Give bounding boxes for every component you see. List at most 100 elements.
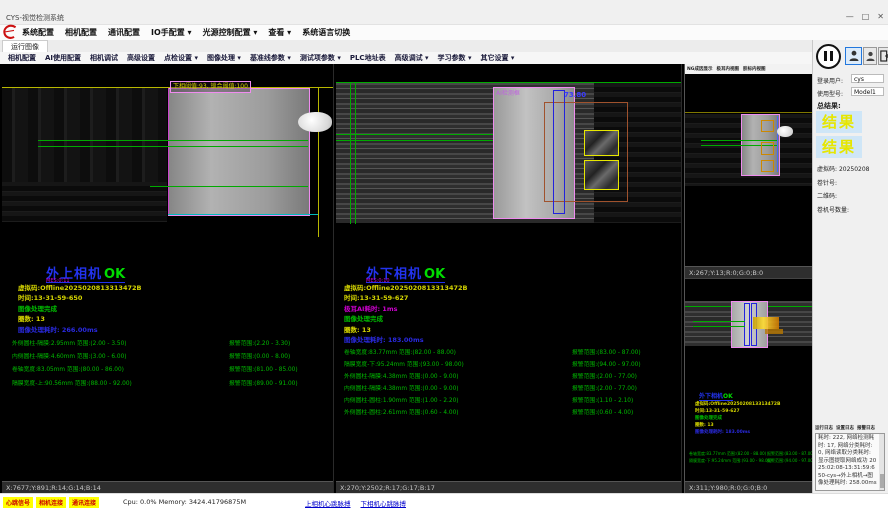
result-box-bottom: 结果 — [816, 136, 862, 158]
login-user-field[interactable]: cys — [851, 74, 884, 83]
measurement-row: 外侧圆柱-圆柱:2.61mm 范围:(0.60 - 4.00) 报警范围:(0.… — [344, 407, 674, 419]
toolbar-item[interactable]: 测试项参数 ▾ — [300, 53, 341, 63]
toolbar-item[interactable]: 高级设置 — [127, 53, 155, 63]
log-tab[interactable]: 运行日志 — [815, 425, 833, 431]
toolbar-item[interactable]: PLC地址表 — [350, 53, 386, 63]
status-bar: 心跳信号相机连接通讯连接 Cpu: 0.0% Memory: 3424.4179… — [0, 493, 888, 522]
log-scroll-thumb[interactable] — [880, 474, 884, 488]
toolbar-item[interactable]: AI使用配置 — [45, 53, 81, 63]
mini-measurement-row: 隔膜宽度-下:95.24mm 范围:(93.00 - 98.00)报警范围:(9… — [689, 458, 813, 465]
width-value-label: 73.80 — [564, 91, 586, 99]
ng-mark-box — [761, 142, 774, 155]
measurement-row: 卷轴宽度:83.05mm 范围:(80.00 - 86.00) 报警范围:(81… — [12, 364, 342, 377]
result-line: 虚拟码:Offline2025020813313472B — [344, 283, 467, 293]
measurement-row: 卷轴宽度:83.77mm 范围:(82.00 - 88.00) 报警范围:(83… — [344, 347, 674, 359]
window-title: CYS-视觉检测系统 — [6, 13, 64, 23]
ng-cursor-status: X:267;Y:13;R:0;G:0;B:0 — [685, 266, 813, 278]
toolbar-item[interactable]: 相机配置 — [8, 53, 36, 63]
mini-result-line: 圈数: 13 — [695, 422, 780, 429]
left-cursor-status: X:7677;Y:891;R:14;G:14;B:14 — [2, 481, 333, 493]
toolbar-item[interactable]: 相机调试 — [90, 53, 118, 63]
exit-button[interactable] — [878, 47, 888, 65]
minimize-icon[interactable]: — — [846, 12, 854, 22]
result-line: 极耳AI耗时: 1ms — [344, 304, 467, 314]
ng-view-panel: NG成因显示极耳内视图胶标内视图 X:267;Y:13;R:0;G:0;B:0 — [685, 64, 813, 279]
app-window: CYS-视觉检测系统 — □ ✕ 系统配置相机配置通讯配置IO手配置 ▾光源控制… — [0, 0, 888, 522]
login-user-button[interactable] — [845, 47, 862, 65]
menu: 系统配置相机配置通讯配置 IO手配置 ▾ 光源控制配置 ▾ 查看 ▾ 系统语言切换 — [22, 27, 350, 38]
menu-item[interactable]: 相机配置 — [65, 27, 97, 38]
toolbar-item[interactable]: 基准线参数 ▾ — [250, 53, 291, 63]
middle-cursor-status: X:270;Y:2502;R:17;G:17;B:17 — [336, 481, 681, 493]
menu-item[interactable]: 系统语言切换 — [302, 27, 350, 38]
mini-result-line: 时间:13-31-59-627 — [695, 408, 780, 415]
mini-cursor-status: X:311;Y:980;R:0;G:0;B:0 — [685, 481, 813, 493]
maximize-icon[interactable]: □ — [862, 12, 870, 22]
measurement-row: 内侧圆柱-隔膜:4.60mm 范围:(3.00 - 6.00) 报警范围:(0.… — [12, 351, 342, 364]
result-line: 图像处理耗时: 266.00ms — [18, 325, 141, 335]
toolbar-item[interactable]: 图像处理 ▾ — [207, 53, 241, 63]
status-badge: 相机连接 — [36, 497, 66, 508]
middle-result-lines: 虚拟码:Offline2025020813313472B时间:13-31-59-… — [344, 283, 467, 345]
mini-camera-image[interactable]: 外下相机OK 虚拟码:Offline2025020813313472B时间:13… — [685, 279, 813, 481]
status-badges: 心跳信号相机连接通讯连接 — [3, 497, 99, 508]
ng-mark-box — [761, 120, 774, 132]
ai-box-label: AI检测框 — [496, 88, 520, 97]
pause-button[interactable] — [816, 44, 841, 69]
log-scrollbar[interactable] — [879, 434, 884, 490]
menu-item[interactable]: IO手配置 ▾ — [151, 27, 192, 38]
ng-view-tab[interactable]: 极耳内视图 — [716, 66, 739, 72]
app-logo-icon — [2, 23, 18, 41]
close-icon[interactable]: ✕ — [877, 12, 884, 22]
window-controls: — □ ✕ — [846, 12, 884, 22]
tab-detect-box — [584, 130, 619, 156]
menu-item[interactable]: 通讯配置 — [108, 27, 140, 38]
ng-camera-image[interactable] — [685, 74, 813, 266]
tab-detect-box — [584, 160, 619, 190]
control-panel: 登录用户: cys 使用型号: Model1 总结果: 结果 结果 虚拟码: 2… — [812, 40, 888, 510]
total-result-label: 总结果: — [817, 101, 841, 111]
mini-result-line: 虚拟码:Offline2025020813313472B — [695, 401, 780, 408]
measurement-row: 内侧圆柱-隔膜:4.38mm 范围:(0.00 - 9.00) 报警范围:(2.… — [344, 383, 674, 395]
menu-item[interactable]: 系统配置 — [22, 27, 54, 38]
heartbeat-link[interactable]: 下相机心跳脉搏 — [361, 498, 407, 508]
qr-label: 二维码: — [817, 191, 837, 200]
mini-measurements: 卷轴宽度:83.77mm 范围:(82.00 - 88.00)报警范围:(83.… — [689, 451, 813, 464]
cpu-memory-text: Cpu: 0.0% Memory: 3424.41796875M — [123, 498, 246, 506]
menu-item[interactable]: 查看 ▾ — [268, 27, 291, 38]
menubar: 系统配置相机配置通讯配置 IO手配置 ▾ 光源控制配置 ▾ 查看 ▾ 系统语言切换 — [0, 25, 888, 40]
left-measurements: 外侧圆柱-隔膜:2.95mm 范围:(2.00 - 3.50) 报警范围:(2.… — [12, 338, 342, 391]
log-box[interactable]: 耗时: 222, 网络检测耗时: 17, 网络分类耗时: 0, 网络读取分类耗时… — [815, 433, 885, 491]
log-tab[interactable]: 报警日志 — [857, 425, 875, 431]
left-camera-panel: 下相阈值:93, 锁合阈值:100 外上相机OK MES:0:11 虚拟码:Of… — [2, 64, 334, 493]
left-camera-image[interactable]: 下相阈值:93, 锁合阈值:100 — [2, 64, 333, 254]
middle-measurements: 卷轴宽度:83.77mm 范围:(82.00 - 88.00) 报警范围:(83… — [344, 347, 674, 419]
toolbar-item[interactable]: 点检设置 ▾ — [164, 53, 198, 63]
ng-view-tab[interactable]: 胶标内视图 — [743, 66, 766, 72]
log-tab[interactable]: 设置日志 — [836, 425, 854, 431]
result-line: 图像处理耗时: 183.00ms — [344, 335, 467, 345]
middle-camera-image[interactable]: AI检测框 73.80 — [336, 64, 681, 254]
cell-roll — [168, 88, 310, 216]
measurement-row: 外侧圆柱-隔膜:4.38mm 范围:(0.00 - 9.00) 报警范围:(2.… — [344, 371, 674, 383]
measurement-row: 外侧圆柱-隔膜:2.95mm 范围:(2.00 - 3.50) 报警范围:(2.… — [12, 338, 342, 351]
operator-button[interactable] — [863, 47, 877, 65]
vcode-label: 虚拟码: 20250208 — [817, 164, 870, 173]
toolbar-item[interactable]: 学习参数 ▾ — [438, 53, 472, 63]
status-badge: 心跳信号 — [3, 497, 33, 508]
heartbeat-link[interactable]: 上相机心跳脉搏 — [305, 498, 351, 508]
gripper-blob — [777, 126, 793, 137]
left-result-lines: 虚拟码:Offline2025020813313472B时间:13-31-59-… — [18, 283, 141, 335]
login-user-label: 登录用户: — [817, 76, 843, 85]
toolbar-item[interactable]: 高级调试 ▾ — [395, 53, 429, 63]
width-measure-box — [553, 90, 565, 214]
mini-result-line: 图像处理耗时: 183.00ms — [695, 429, 780, 436]
vcode-value: 20250208 — [839, 166, 870, 173]
menu-item[interactable]: 光源控制配置 ▾ — [203, 27, 258, 38]
measurement-row: 内侧圆柱-圆柱:1.90mm 范围:(1.00 - 2.20) 报警范围:(1.… — [344, 395, 674, 407]
exit-icon — [880, 50, 888, 62]
toolbar-item[interactable]: 其它设置 ▾ — [480, 53, 514, 63]
count-label: 卷机号数量: — [817, 205, 849, 214]
ng-view-tab[interactable]: NG成因显示 — [687, 66, 712, 72]
model-field[interactable]: Model1 — [851, 87, 884, 96]
